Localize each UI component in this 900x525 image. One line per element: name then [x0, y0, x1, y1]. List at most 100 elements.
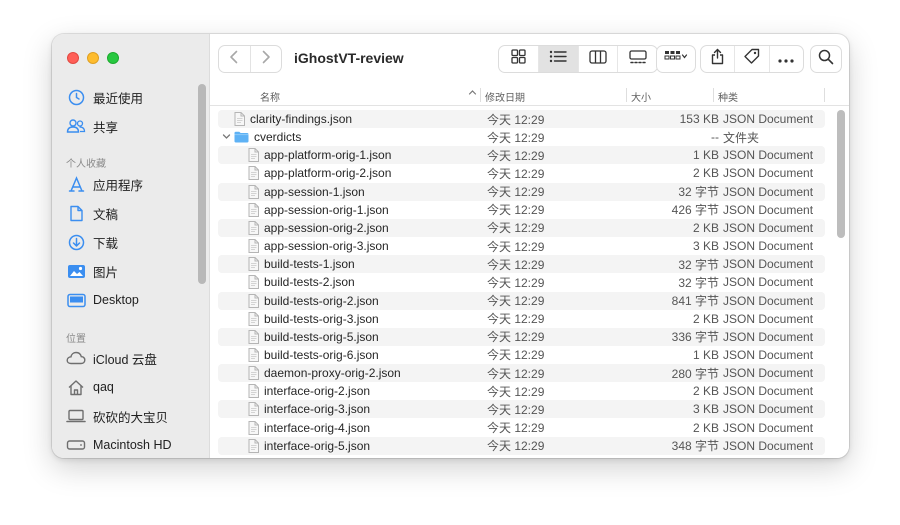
sidebar-scrollbar[interactable]	[198, 84, 206, 284]
file-list: clarity-findings.json 今天 12:29 153 KB JSON …	[210, 106, 849, 458]
file-date: 今天 12:29	[487, 275, 545, 290]
file-size: --	[711, 130, 719, 145]
file-icon	[234, 112, 245, 126]
file-name: app-platform-orig-1.json	[248, 148, 391, 163]
file-row[interactable]: interface-orig-3.json 今天 12:29 3 KB JSON Do…	[218, 400, 825, 419]
column-kind[interactable]: 种类	[718, 89, 738, 104]
file-kind: JSON Document	[723, 293, 814, 308]
file-row[interactable]: daemon-proxy-orig-2.json 今天 12:29 280 字节 JS…	[218, 364, 825, 383]
list-icon	[549, 50, 567, 68]
file-name-text: build-tests-orig-3.json	[264, 311, 379, 326]
more-button[interactable]	[768, 46, 803, 72]
file-name: interface-orig-3.json	[248, 402, 370, 417]
file-name-text: app-session-1.json	[264, 184, 365, 199]
column-size[interactable]: 大小	[631, 89, 651, 104]
file-name-text: app-session-orig-3.json	[264, 239, 389, 254]
file-name: app-session-orig-2.json	[248, 220, 389, 235]
file-name: build-tests-orig-6.json	[248, 347, 379, 362]
file-kind: JSON Document	[723, 275, 814, 290]
sidebar-item-desktop[interactable]: Desktop	[66, 288, 139, 312]
sidebar-item-applications[interactable]: 应用程序	[66, 172, 143, 196]
file-name-text: interface-orig-2.json	[264, 384, 371, 399]
file-name-text: build-tests-2.json	[264, 275, 355, 290]
column-view-button[interactable]	[577, 46, 618, 72]
sort-chevron-up-icon	[468, 88, 477, 100]
sidebar-item-label: 图片	[93, 265, 119, 280]
minimize-button[interactable]	[87, 52, 99, 64]
icon-view-button[interactable]	[499, 46, 538, 72]
file-kind: JSON Document	[723, 384, 814, 399]
list-view-button[interactable]	[537, 46, 578, 72]
column-date[interactable]: 修改日期	[485, 89, 525, 104]
file-date: 今天 12:29	[487, 185, 545, 200]
clock-icon	[66, 87, 86, 107]
disclosure-chevron-icon[interactable]	[222, 132, 231, 143]
file-row[interactable]: app-session-orig-3.json 今天 12:29 3 KB JSON …	[218, 237, 825, 255]
home-icon	[66, 377, 86, 397]
file-name-text: clarity-findings.json	[250, 112, 353, 126]
file-row[interactable]: app-session-orig-2.json 今天 12:29 2 KB JSON …	[218, 218, 825, 237]
file-icon	[248, 166, 259, 181]
file-name-text: build-tests-1.json	[264, 257, 355, 272]
file-row[interactable]: build-tests-orig-3.json 今天 12:29 2 KB JSON …	[218, 310, 825, 328]
file-size: 2 KB	[692, 220, 719, 235]
back-button[interactable]	[219, 46, 250, 72]
sidebar-item-documents[interactable]: 文稿	[66, 201, 118, 225]
file-kind: JSON Document	[723, 402, 814, 417]
file-row[interactable]: interface-orig-2.json 今天 12:29 2 KB JSON Do…	[218, 382, 825, 400]
file-row[interactable]: app-platform-orig-2.json 今天 12:29 2 KB JSON…	[218, 164, 825, 182]
file-name: app-session-orig-3.json	[248, 239, 389, 254]
forward-button[interactable]	[249, 46, 282, 72]
file-date: 今天 12:29	[487, 366, 545, 381]
sidebar-item-home[interactable]: qaq	[66, 375, 114, 399]
zoom-button[interactable]	[107, 52, 119, 64]
file-name: build-tests-1.json	[248, 257, 355, 272]
file-name: clarity-findings.json	[234, 112, 352, 126]
file-size: 348 字节	[671, 439, 719, 454]
file-row[interactable]: app-session-1.json 今天 12:29 32 字节 JSON Docu…	[218, 182, 825, 201]
file-row[interactable]: build-tests-orig-2.json 今天 12:29 841 字节 JSO…	[218, 291, 825, 310]
sidebar-item-recents[interactable]: 最近使用	[66, 85, 143, 109]
file-date: 今天 12:29	[487, 330, 545, 345]
sidebar-item-label: Macintosh HD	[93, 438, 172, 452]
file-size: 153 KB	[679, 112, 719, 126]
file-row[interactable]: build-tests-2.json 今天 12:29 32 字节 JSON Docu…	[218, 273, 825, 291]
file-kind: JSON Document	[723, 366, 814, 381]
file-row[interactable]: app-platform-orig-1.json 今天 12:29 1 KB JSON…	[218, 146, 825, 165]
tags-button[interactable]	[734, 46, 768, 72]
file-row[interactable]: clarity-findings.json 今天 12:29 153 KB JSON …	[218, 110, 825, 128]
sidebar-item-macintosh-hd[interactable]: Macintosh HD	[66, 433, 172, 457]
traffic-lights	[67, 52, 119, 64]
file-row[interactable]: build-tests-1.json 今天 12:29 32 字节 JSON Docu…	[218, 255, 825, 274]
sidebar-item-computer[interactable]: 砍砍的大宝贝	[66, 404, 168, 428]
search-button[interactable]	[810, 45, 842, 73]
file-size: 426 字节	[671, 203, 719, 218]
file-size: 336 字节	[671, 330, 719, 345]
column-name[interactable]: 名称	[260, 89, 280, 104]
sidebar-item-icloud[interactable]: iCloud 云盘	[66, 346, 157, 370]
file-row[interactable]: app-session-orig-1.json 今天 12:29 426 字节 JSO…	[218, 201, 825, 219]
sidebar-item-label: qaq	[93, 380, 114, 394]
file-row[interactable]: build-tests-orig-5.json 今天 12:29 336 字节 JSO…	[218, 327, 825, 346]
file-row[interactable]: interface-orig-4.json 今天 12:29 2 KB JSON Do…	[218, 419, 825, 437]
close-button[interactable]	[67, 52, 79, 64]
file-name: app-session-orig-1.json	[248, 202, 389, 217]
group-by-button[interactable]	[656, 45, 696, 73]
sidebar-item-downloads[interactable]: 下载	[66, 230, 118, 254]
sidebar-item-shared[interactable]: 共享	[66, 114, 118, 138]
file-row[interactable]: interface-orig-5.json 今天 12:29 348 字节 JSON …	[218, 436, 825, 455]
file-size: 841 字节	[671, 294, 719, 308]
file-date: 今天 12:29	[487, 402, 545, 417]
toolbar: iGhostVT-review	[210, 34, 849, 84]
sidebar-item-pictures[interactable]: 图片	[66, 259, 118, 283]
gallery-view-button[interactable]	[617, 46, 657, 72]
share-button[interactable]	[701, 46, 734, 72]
file-kind: JSON Document	[723, 311, 814, 326]
folder-row[interactable]: cverdicts 今天 12:29 -- 文件夹	[218, 128, 825, 146]
file-kind: JSON Document	[723, 239, 814, 254]
file-date: 今天 12:29	[487, 221, 545, 236]
file-date: 今天 12:29	[487, 312, 545, 327]
view-mode-selector	[498, 45, 658, 73]
file-row[interactable]: build-tests-orig-6.json 今天 12:29 1 KB JSON …	[218, 346, 825, 364]
list-scrollbar[interactable]	[837, 110, 845, 238]
